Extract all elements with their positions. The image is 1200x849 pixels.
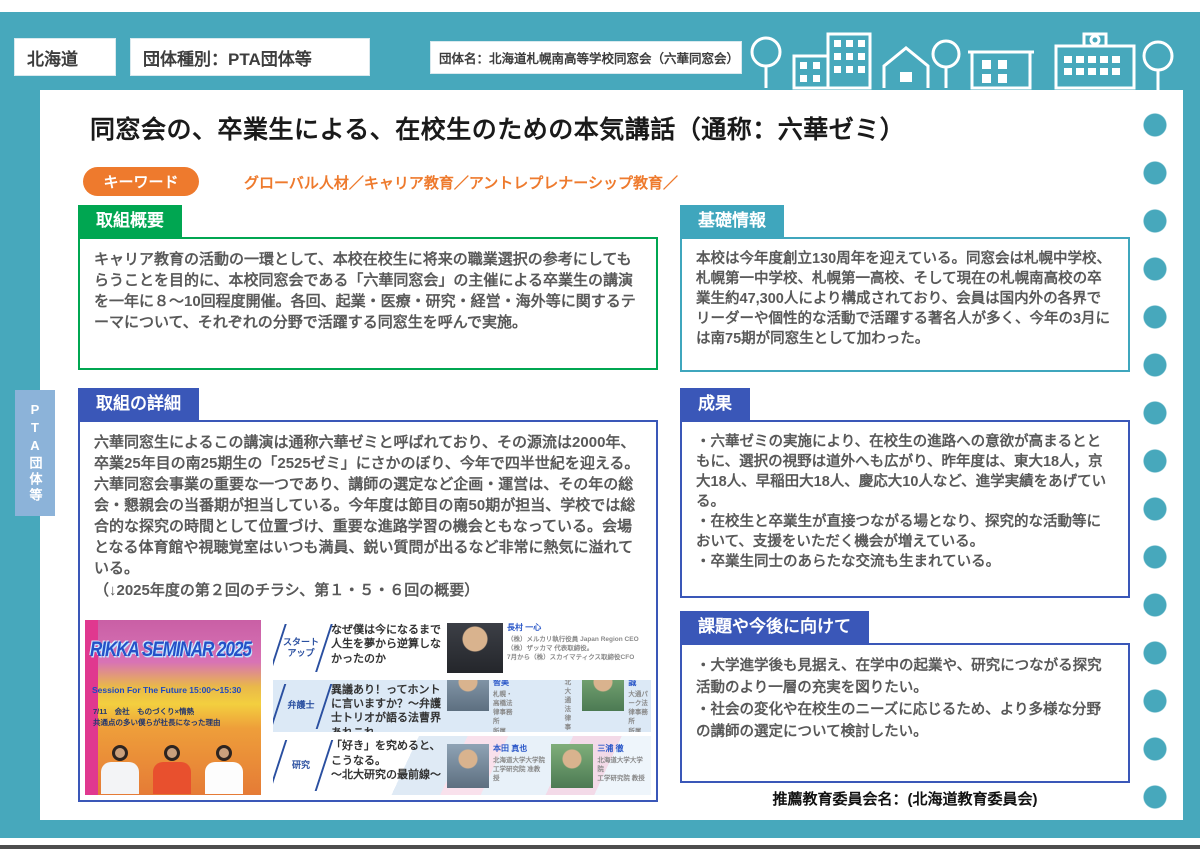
org-type-label: 団体種別：PTA団体等	[143, 45, 312, 70]
speaker-affiliation: 北海道大学大学院 工学研究院 教授	[597, 756, 649, 783]
page-bottom-edge	[0, 845, 1200, 849]
details-body: 六華同窓生によるこの講演は通称六華ゼミと呼ばれており、その源流は2000年、卒業…	[94, 434, 639, 577]
decorative-dots	[1143, 113, 1167, 815]
seminar-title: 「好き」を究めると、 こうなる。 ～北大研究の最前線～	[329, 736, 445, 795]
speaker-affiliation: （株）メルカリ執行役員 Japan Region CEO （株）ザッカマ 代表取…	[507, 635, 639, 662]
seminar-row-research: 研究 「好き」を究めると、 こうなる。 ～北大研究の最前線～ 本田 真也 北海道…	[273, 736, 651, 795]
results-panel: ・六華ゼミの実施により、在校生の進路への意欲が高まるとともに、選択の視野は道外へ…	[680, 420, 1130, 598]
basic-info-body: 本校は今年度創立130周年を迎えている。同窓会は札幌中学校、札幌第一中学校、札幌…	[696, 251, 1111, 347]
seminar-title: 異議あり！ってホントに言いますか？～弁護士トリオが語る法曹界あれこれ	[329, 680, 445, 733]
speaker-name: 長村 一心	[507, 623, 639, 633]
seminar-rows: スタート アップ なぜ僕は今になるまで人生を夢から逆算しなかったのか 長村 一心…	[273, 620, 651, 795]
seminar-category: 研究	[283, 736, 319, 795]
speaker-photo	[551, 744, 593, 788]
tree-icon	[1144, 42, 1172, 70]
org-name-box: 団体名：北海道札幌南高等学校同窓会（六華同窓会）	[430, 41, 742, 74]
speaker: 高橋 智美 札幌・高橋法律事務所 所属 弁護士	[447, 680, 514, 733]
speaker-photo	[447, 623, 503, 673]
keyword-badge: キーワード	[83, 167, 199, 196]
org-name-label: 団体名：北海道札幌南高等学校同窓会（六華同窓会）	[439, 48, 739, 67]
region-label: 北海道	[27, 45, 78, 70]
details-panel: 六華同窓生によるこの講演は通称六華ゼミと呼ばれており、その源流は2000年、卒業…	[78, 420, 658, 802]
seminar-row-startup: スタート アップ なぜ僕は今になるまで人生を夢から逆算しなかったのか 長村 一心…	[273, 620, 651, 676]
overview-body: キャリア教育の活動の一環として、本校在校生に将来の職業選択の参考にしてもらうこと…	[94, 251, 636, 331]
speaker-group: 高橋 智美 札幌・高橋法律事務所 所属 弁護士 伊藤 敦子 北大通法律事務所 弁…	[445, 680, 651, 733]
speaker-photo	[582, 680, 624, 712]
issues-panel: ・大学進学後も見据え、在学中の起業や、研究につながる探究活動のより一層の充実を図…	[680, 643, 1130, 783]
flyer-info: 7/11 会社 ものづくり×情熱 共通点の多い僕らが社長になった理由	[93, 706, 221, 729]
speaker-name: 高橋 智美	[493, 680, 514, 688]
tree-icon	[933, 41, 959, 67]
region-box: 北海道	[14, 38, 116, 76]
speaker-group: 本田 真也 北海道大学大学院 工学研究院 准教授 三浦 徹 北海道大学大学院 工…	[445, 736, 651, 795]
speaker-affiliation: 北大通法律事務所 弁護士	[565, 680, 578, 733]
person-photo	[205, 745, 243, 795]
flyer-title: RIKKA SEMINAR 2025	[90, 636, 261, 662]
recommending-board: 推薦教育委員会名：(北海道教育委員会)	[680, 788, 1130, 809]
cityscape-illustration	[746, 26, 1176, 92]
speaker-name: 熊谷 誠	[628, 680, 649, 688]
speaker: 三浦 徹 北海道大学大学院 工学研究院 教授	[551, 744, 649, 788]
speaker-photo	[447, 744, 489, 788]
org-type-box: 団体種別：PTA団体等	[130, 38, 370, 76]
seminar-row-lawyers: 弁護士 異議あり！ってホントに言いますか？～弁護士トリオが語る法曹界あれこれ 高…	[273, 680, 651, 733]
person-photo	[101, 745, 139, 795]
section-tab-overview: 取組概要	[78, 205, 182, 237]
details-caption: （↓2025年度の第２回のチラシ、第１・５・６回の概要）	[94, 580, 642, 601]
seminar-title: なぜ僕は今になるまで人生を夢から逆算しなかったのか	[329, 620, 445, 676]
speaker-photo	[447, 680, 489, 712]
results-bullet: ・卒業生同士のあらたな交流も生まれている。	[696, 552, 1114, 572]
section-tab-details: 取組の詳細	[78, 388, 199, 420]
seminar-media: RIKKA SEMINAR 2025 Session For The Futur…	[85, 620, 651, 795]
results-bullet: ・在校生と卒業生が直接つながる場となり、探究的な活動等において、支援をいただく機…	[696, 512, 1114, 552]
speaker-affiliation: 札幌・高橋法律事務所 所属 弁護士	[493, 690, 514, 732]
speaker-affiliation: 北海道大学大学院 工学研究院 准教授	[493, 756, 546, 783]
overview-panel: キャリア教育の活動の一環として、本校在校生に将来の職業選択の参考にしてもらうこと…	[78, 237, 658, 370]
seminar-category: スタート アップ	[283, 620, 319, 676]
issues-bullet: ・社会の変化や在校生のニーズに応じるため、より多様な分野の講師の選定について検討…	[696, 699, 1114, 743]
section-tab-results: 成果	[680, 388, 750, 420]
speaker-name: 本田 真也	[493, 744, 546, 754]
seminar-category: 弁護士	[283, 680, 319, 733]
tree-icon	[752, 38, 780, 66]
basic-info-panel: 本校は今年度創立130周年を迎えている。同窓会は札幌中学校、札幌第一中学校、札幌…	[680, 237, 1130, 372]
speaker: 伊藤 敦子 北大通法律事務所 弁護士	[519, 680, 578, 733]
speaker: 本田 真也 北海道大学大学院 工学研究院 准教授	[447, 744, 546, 788]
speaker-name: 三浦 徹	[597, 744, 649, 754]
speaker-affiliation: 大通パーク法律事務所 所属 弁護士	[628, 690, 649, 732]
page-title: 同窓会の、卒業生による、在校生のための本気講話（通称：六華ゼミ）	[90, 110, 905, 146]
section-tab-issues: 課題や今後に向けて	[680, 611, 869, 643]
speaker: 熊谷 誠 大通パーク法律事務所 所属 弁護士	[582, 680, 649, 733]
flyer-subtitle: Session For The Future 15:00〜15:30	[92, 680, 241, 701]
results-bullet: ・六華ゼミの実施により、在校生の進路への意欲が高まるとともに、選択の視野は道外へ…	[696, 432, 1114, 512]
section-tab-basic-info: 基礎情報	[680, 205, 784, 237]
rikka-seminar-flyer: RIKKA SEMINAR 2025 Session For The Futur…	[85, 620, 261, 795]
issues-bullet: ・大学進学後も見据え、在学中の起業や、研究につながる探究活動のより一層の充実を図…	[696, 655, 1114, 699]
keyword-list: グローバル人材／キャリア教育／アントレプレナーシップ教育／	[244, 172, 678, 193]
school-icon	[1056, 46, 1134, 88]
person-photo	[153, 745, 191, 795]
side-tab-pta: PTA団体等	[15, 390, 55, 516]
speaker-group: 長村 一心 （株）メルカリ執行役員 Japan Region CEO （株）ザッ…	[445, 620, 651, 676]
speaker: 長村 一心 （株）メルカリ執行役員 Japan Region CEO （株）ザッ…	[447, 623, 639, 673]
